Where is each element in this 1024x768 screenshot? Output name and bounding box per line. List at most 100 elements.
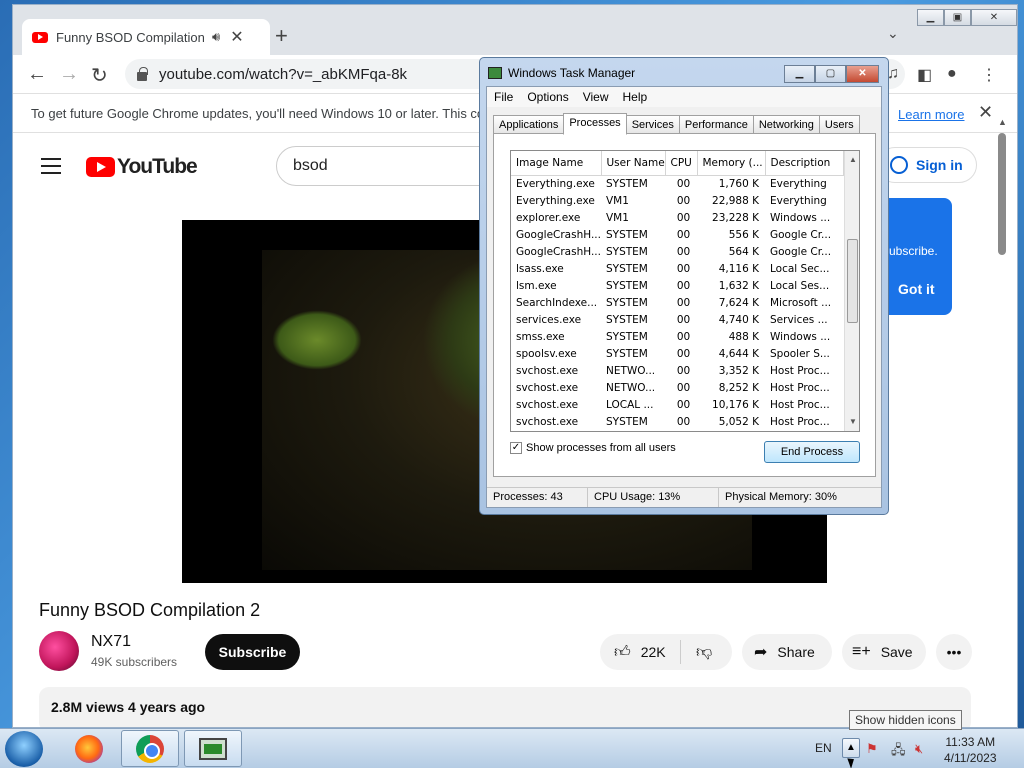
column-description[interactable]: Description [765,151,844,176]
process-image-name: svchost.exe [516,415,579,428]
show-all-users-checkbox[interactable]: ✓ Show processes from all users [510,442,676,454]
process-row[interactable]: svchost.exe NETWO... 00 8,252 K Host Proc... [511,379,843,396]
save-button[interactable]: ≡+ Save [842,634,926,670]
menu-kebab-icon[interactable]: ⋮ [981,65,997,85]
tm-tabs: Applications Processes Services Performa… [493,113,860,135]
process-row[interactable]: svchost.exe NETWO... 00 3,352 K Host Proc... [511,362,843,379]
taskbar-task-manager[interactable] [184,730,242,767]
profile-icon[interactable]: ● [947,65,957,83]
process-row[interactable]: services.exe SYSTEM 00 4,740 K Services ... [511,311,843,328]
task-manager-window-controls: ▁ ▢ ✕ [784,65,879,83]
tab-users[interactable]: Users [818,115,860,134]
end-process-button[interactable]: End Process [764,441,860,463]
tab-close-icon[interactable]: ✕ [230,27,243,47]
menu-help[interactable]: Help [616,87,655,107]
column-user-name[interactable]: User Name [601,151,666,176]
forward-arrow-icon[interactable]: → [59,63,79,86]
process-row[interactable]: explorer.exe VM1 00 23,228 K Windows ... [511,209,843,226]
start-button-windows-icon[interactable] [5,731,43,767]
process-cpu: 00 [676,194,691,207]
system-clock[interactable]: 11:33 AM 4/11/2023 [944,734,997,766]
tm-minimize-button[interactable]: ▁ [784,65,815,83]
task-manager-icon [199,737,227,760]
scroll-up-arrow-icon[interactable]: ▲ [849,155,857,164]
share-button[interactable]: ➦ Share [742,634,832,670]
process-row[interactable]: Everything.exe SYSTEM 00 1,760 K Everything [511,175,843,192]
taskbar-chrome[interactable] [121,730,179,767]
thumbs-down-icon[interactable]: 👎︎ [696,643,712,662]
process-row[interactable]: Everything.exe VM1 00 22,988 K Everything [511,192,843,209]
menu-view[interactable]: View [576,87,616,107]
chrome-icon [136,734,164,763]
process-cpu: 00 [676,415,691,428]
language-indicator[interactable]: EN [815,741,832,755]
tm-menubar: File Options View Help [487,87,881,107]
process-row[interactable]: svchost.exe SYSTEM 00 5,052 K Host Proc... [511,413,843,430]
tab-youtube[interactable]: Funny BSOD Compilation 2 🔊︎ ✕ [22,19,270,55]
tm-close-button[interactable]: ✕ [846,65,879,83]
thumbs-up-icon[interactable]: 👍︎ [614,643,631,662]
process-row[interactable]: svchost.exe LOCAL ... 00 10,176 K Host Proc.… [511,396,843,413]
reload-icon[interactable]: ↻ [91,63,108,88]
channel-name[interactable]: NX71 [91,633,131,651]
volume-muted-icon[interactable]: 🔇︎ [915,741,923,757]
subscribe-button[interactable]: Subscribe [205,634,300,670]
taskbar-firefox[interactable] [60,730,118,767]
got-it-button[interactable]: Got it [898,281,935,297]
description-box[interactable]: 2.8M views 4 years ago [39,687,971,727]
page-scrollbar[interactable] [998,133,1006,255]
process-image-name: smss.exe [516,330,565,343]
minimize-button[interactable]: ▁ [917,9,944,26]
like-count[interactable]: 22K [641,644,666,660]
chrome-window-controls: ▁ ▣ ✕ [917,9,1017,26]
column-cpu[interactable]: CPU [665,151,698,176]
audio-playing-icon[interactable]: 🔊︎ [212,29,220,45]
share-label: Share [777,644,815,660]
show-hidden-icons-button[interactable]: ▲ [842,738,860,758]
column-image-name[interactable]: Image Name [511,151,602,176]
like-dislike-group: 👍︎ 22K 👎︎ [600,634,732,670]
tab-applications[interactable]: Applications [493,115,565,134]
youtube-logo[interactable]: YouTube [86,155,198,179]
menu-options[interactable]: Options [520,87,575,107]
process-list-scrollbar[interactable]: ▲ ▼ [844,151,859,431]
menu-file[interactable]: File [487,87,520,107]
checkbox-checked-icon[interactable]: ✓ [510,442,522,454]
firefox-icon [75,734,103,763]
hamburger-menu-icon[interactable] [41,158,61,179]
back-arrow-icon[interactable]: ← [27,63,47,86]
process-row[interactable]: lsass.exe SYSTEM 00 4,116 K Local Sec... [511,260,843,277]
maximize-button[interactable]: ▣ [944,9,971,26]
new-tab-button[interactable]: + [275,23,288,49]
tab-performance[interactable]: Performance [678,115,754,134]
scroll-down-arrow-icon[interactable]: ▼ [849,417,857,426]
tab-networking[interactable]: Networking [752,115,820,134]
learn-more-link[interactable]: Learn more [898,107,964,122]
tab-services[interactable]: Services [625,115,680,134]
channel-avatar[interactable] [39,631,79,671]
more-actions-button[interactable]: ••• [936,634,972,670]
tab-search-chevron-icon[interactable]: ⌄ [887,25,899,42]
tm-maximize-button[interactable]: ▢ [815,65,846,83]
tab-processes[interactable]: Processes [563,113,627,135]
process-row[interactable]: SearchIndexe... SYSTEM 00 7,624 K Microsoft … [511,294,843,311]
close-button[interactable]: ✕ [971,9,1017,26]
network-icon[interactable]: 🖧︎ [891,741,906,763]
action-center-flag-icon[interactable]: ⚑ [866,741,878,757]
process-cpu: 00 [676,262,691,275]
process-cpu: 00 [676,364,691,377]
side-panel-icon[interactable]: ◧ [917,65,932,85]
process-list: Image Name User Name CPU Memory (... Des… [510,150,860,432]
sign-in-button[interactable]: Sign in [877,147,977,183]
task-manager-titlebar[interactable]: Windows Task Manager [488,66,635,80]
process-row[interactable]: smss.exe SYSTEM 00 488 K Windows ... [511,328,843,345]
scroll-up-arrow-icon[interactable]: ▲ [998,117,1007,127]
process-row[interactable]: lsm.exe SYSTEM 00 1,632 K Local Ses... [511,277,843,294]
process-row[interactable]: spoolsv.exe SYSTEM 00 4,644 K Spooler S... [511,345,843,362]
column-memory[interactable]: Memory (... [697,151,766,176]
process-row[interactable]: GoogleCrashH... SYSTEM 00 556 K Google Cr... [511,226,843,243]
infobar-close-icon[interactable]: ✕ [978,102,993,123]
process-row[interactable]: GoogleCrashH... SYSTEM 00 564 K Google Cr... [511,243,843,260]
process-memory: 1,632 K [718,279,759,292]
scroll-thumb[interactable] [847,239,858,323]
